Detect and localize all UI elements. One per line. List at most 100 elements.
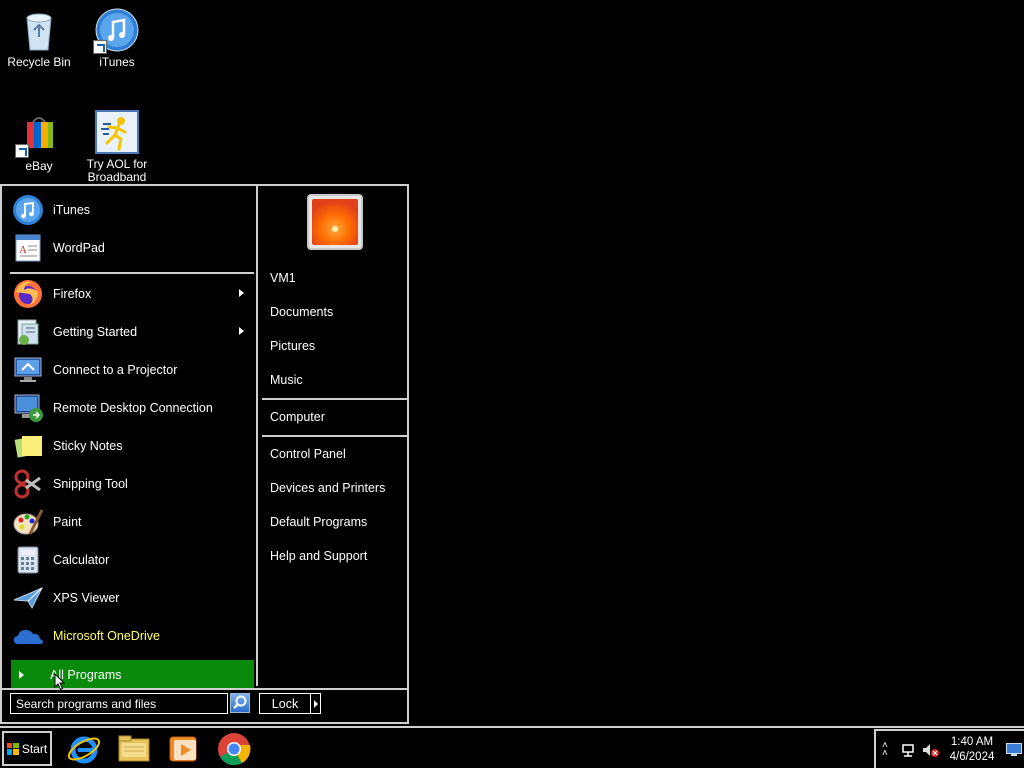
svg-text:A: A: [19, 244, 27, 256]
chevron-right-icon: [19, 671, 24, 679]
menu-item-label: Calculator: [53, 553, 110, 567]
link-devices-and-printers[interactable]: Devices and Printers: [270, 481, 385, 495]
menu-item-calculator[interactable]: Calculator: [8, 542, 252, 578]
menu-separator: [262, 398, 408, 400]
network-icon[interactable]: [900, 742, 916, 758]
menu-item-onedrive[interactable]: Microsoft OneDrive: [8, 618, 252, 654]
recycle-bin-icon: [17, 8, 61, 52]
menu-item-wordpad[interactable]: A WordPad: [8, 230, 252, 266]
show-hidden-icons-chevron-icon[interactable]: ˄ ˄: [882, 741, 888, 759]
menu-item-getting-started[interactable]: Getting Started: [8, 314, 252, 350]
desktop-icon-ebay[interactable]: eBay: [0, 112, 78, 173]
menu-item-itunes[interactable]: iTunes: [8, 192, 252, 228]
user-avatar[interactable]: [307, 194, 363, 250]
menu-item-firefox[interactable]: Firefox: [8, 276, 252, 312]
lock-button[interactable]: Lock: [259, 693, 311, 714]
menu-item-label: XPS Viewer: [53, 591, 120, 605]
menu-item-snipping-tool[interactable]: Snipping Tool: [8, 466, 252, 502]
mouse-cursor-icon: [54, 673, 66, 691]
desktop-icon-label: iTunes: [99, 55, 135, 69]
system-tray: ˄ ˄ 1:40 AM 4/6/2024: [874, 729, 1024, 768]
start-menu: iTunes A WordPad Firefox Getting Started: [0, 184, 409, 724]
menu-separator: [10, 272, 254, 274]
desktop-icon-label: Try AOL for Broadband: [86, 157, 148, 184]
lock-label: Lock: [271, 696, 299, 711]
menu-item-remote-desktop[interactable]: Remote Desktop Connection: [8, 390, 252, 426]
menu-item-label: Paint: [53, 515, 82, 529]
shortcut-arrow-icon: [15, 144, 29, 158]
menu-item-label: Microsoft OneDrive: [53, 629, 160, 643]
menu-separator: [262, 435, 408, 437]
menu-item-label: Firefox: [53, 287, 92, 301]
file-explorer-icon: [118, 735, 150, 762]
link-help-and-support[interactable]: Help and Support: [270, 549, 367, 563]
link-pictures[interactable]: Pictures: [270, 339, 315, 353]
remote-desktop-icon: [12, 392, 44, 424]
submenu-arrow-icon: [239, 289, 244, 297]
all-programs-button[interactable]: All Programs: [11, 660, 254, 690]
desktop-icon-label: eBay: [25, 159, 53, 173]
menu-item-connect-to-projector[interactable]: Connect to a Projector: [8, 352, 252, 388]
internet-explorer-icon: [67, 736, 101, 764]
menu-item-label: Snipping Tool: [53, 477, 128, 491]
desktop-icon-aol[interactable]: Try AOL for Broadband: [78, 110, 156, 186]
menu-item-label: Sticky Notes: [53, 439, 123, 453]
menu-item-paint[interactable]: Paint: [8, 504, 252, 540]
clock-time: 1:40 AM: [950, 736, 994, 748]
media-player-icon: [169, 736, 197, 762]
search-input[interactable]: [11, 694, 227, 713]
aol-icon: [95, 110, 139, 154]
taskbar: Start ˄ ˄ 1:40 AM 4/6/2024: [0, 726, 1024, 768]
calculator-icon: [12, 544, 44, 576]
ebay-icon: [15, 112, 61, 158]
desktop-icon-itunes[interactable]: iTunes: [78, 8, 156, 69]
itunes-icon: [93, 8, 139, 54]
shortcut-arrow-icon: [93, 40, 107, 54]
menu-item-label: Getting Started: [53, 325, 138, 339]
link-control-panel[interactable]: Control Panel: [270, 447, 346, 461]
sticky-notes-icon: [12, 430, 44, 462]
paint-icon: [12, 506, 44, 538]
menu-item-label: iTunes: [53, 203, 91, 217]
chrome-icon: [218, 733, 251, 766]
onedrive-icon: [12, 620, 44, 652]
taskbar-file-explorer[interactable]: [116, 731, 152, 767]
link-music[interactable]: Music: [270, 373, 303, 387]
start-menu-programs-pane: iTunes A WordPad Firefox Getting Started: [6, 188, 254, 690]
link-computer[interactable]: Computer: [270, 410, 325, 424]
desktop-icon-label: Recycle Bin: [7, 55, 71, 69]
show-desktop-icon[interactable]: [1006, 743, 1022, 757]
clock-date: 4/6/2024: [949, 751, 995, 763]
flower-picture-icon: [312, 199, 358, 245]
firefox-icon: [12, 278, 44, 310]
menu-item-xps-viewer[interactable]: XPS Viewer: [8, 580, 252, 616]
taskbar-media-player[interactable]: [166, 731, 202, 767]
snipping-tool-icon: [12, 468, 44, 500]
submenu-arrow-icon: [239, 327, 244, 335]
projector-icon: [12, 354, 44, 386]
desktop-icon-recycle-bin[interactable]: Recycle Bin: [0, 8, 78, 69]
menu-item-label: Remote Desktop Connection: [53, 401, 213, 415]
search-icon: [233, 695, 247, 709]
search-button[interactable]: [230, 693, 250, 713]
itunes-icon: [12, 194, 44, 226]
link-default-programs[interactable]: Default Programs: [270, 515, 367, 529]
start-label: Start: [21, 741, 48, 756]
search-programs-field[interactable]: [10, 693, 228, 714]
start-button[interactable]: Start: [2, 731, 52, 766]
shutdown-options-button[interactable]: [310, 693, 321, 714]
menu-item-label: WordPad: [53, 241, 105, 255]
start-menu-places-pane: VM1 Documents Pictures Music Computer Co…: [256, 186, 408, 686]
volume-muted-icon[interactable]: [922, 742, 940, 758]
windows-logo-icon: [6, 742, 19, 755]
wordpad-icon: A: [12, 232, 44, 264]
link-documents[interactable]: Documents: [270, 305, 333, 319]
taskbar-internet-explorer[interactable]: [66, 731, 102, 767]
link-user-folder[interactable]: VM1: [270, 271, 296, 285]
xps-viewer-icon: [12, 582, 44, 614]
taskbar-chrome[interactable]: [216, 731, 252, 767]
getting-started-icon: [12, 316, 44, 348]
menu-item-sticky-notes[interactable]: Sticky Notes: [8, 428, 252, 464]
clock[interactable]: 1:40 AM 4/6/2024: [940, 735, 1004, 765]
menu-item-label: Connect to a Projector: [53, 363, 178, 377]
